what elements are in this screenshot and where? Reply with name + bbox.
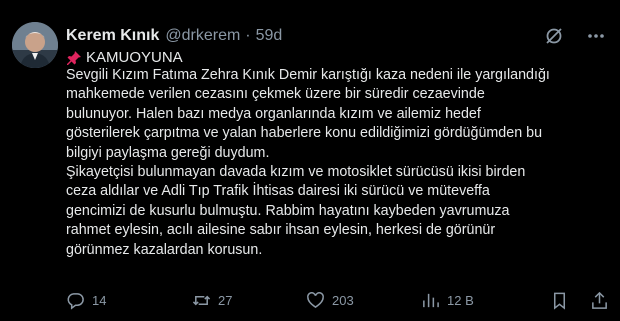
retweet-icon bbox=[192, 295, 211, 305]
grok-icon[interactable] bbox=[544, 26, 564, 46]
body-line: rahmet eylesin, acılı ailesine sabır ihs… bbox=[66, 222, 496, 239]
body-line: bulunuyor. Halen bazı medya organlarında… bbox=[66, 105, 481, 122]
author-handle[interactable]: @drkerem bbox=[165, 27, 240, 45]
reply-button[interactable]: 14 bbox=[66, 288, 106, 312]
like-icon bbox=[307, 291, 324, 308]
tweet-actions: 14 27 203 12 B bbox=[66, 288, 614, 312]
reply-count: 14 bbox=[92, 292, 107, 308]
tweet-body: Sevgili Kızım Fatıma Zehra Kınık Demir k… bbox=[66, 66, 614, 260]
avatar[interactable] bbox=[12, 22, 58, 68]
body-line: Sevgili Kızım Fatıma Zehra Kınık Demir k… bbox=[66, 67, 550, 83]
views-count: 12 B bbox=[447, 292, 474, 308]
body-line: ceza aldılar ve Adli Tıp Trafik İhtisas … bbox=[66, 183, 490, 200]
paragraph-2: Şikayetçisi bulunmayan davada kızım ve m… bbox=[66, 163, 614, 260]
reply-icon bbox=[67, 292, 84, 310]
body-line: mahkemede verilen cezasını çekmek üzere … bbox=[66, 86, 485, 103]
paragraph-1: Sevgili Kızım Fatıma Zehra Kınık Demir k… bbox=[66, 66, 614, 163]
retweet-count: 27 bbox=[218, 292, 233, 308]
tweet-header: Kerem Kınık @drkerem · 59d bbox=[66, 25, 282, 47]
body-line: bilgiyi paylaşma gereği duydum. bbox=[66, 144, 270, 161]
like-count: 203 bbox=[332, 292, 354, 308]
tweet[interactable]: Kerem Kınık @drkerem · 59d 📌 KAMUOYUNA bbox=[0, 0, 620, 321]
like-button[interactable]: 203 bbox=[306, 288, 354, 312]
bookmark-button[interactable] bbox=[550, 288, 576, 312]
pushpin-glyph-icon bbox=[66, 50, 82, 66]
separator-dot: · bbox=[245, 27, 251, 44]
views-icon bbox=[423, 293, 439, 307]
header-actions bbox=[544, 26, 606, 46]
body-line: görünmez kazalardan korusun. bbox=[66, 241, 263, 258]
body-line: gencimizi de kusurlu bulmuştu. Rabbim ha… bbox=[66, 202, 510, 219]
body-line: gösterilerek çarpıtma ve yalan haberlere… bbox=[66, 125, 543, 142]
share-button[interactable] bbox=[590, 288, 616, 312]
title-text: KAMUOYUNA bbox=[86, 49, 183, 66]
body-line: Şikayetçisi bulunmayan davada kızım ve m… bbox=[66, 164, 526, 181]
views-button[interactable]: 12 B bbox=[421, 288, 474, 312]
tweet-title: 📌 KAMUOYUNA bbox=[66, 49, 183, 66]
tweet-time[interactable]: 59d bbox=[256, 27, 283, 45]
more-icon[interactable] bbox=[586, 26, 606, 46]
bookmark-icon bbox=[553, 292, 566, 310]
author-name[interactable]: Kerem Kınık bbox=[66, 27, 159, 45]
retweet-button[interactable]: 27 bbox=[192, 288, 232, 312]
share-icon bbox=[592, 291, 607, 309]
